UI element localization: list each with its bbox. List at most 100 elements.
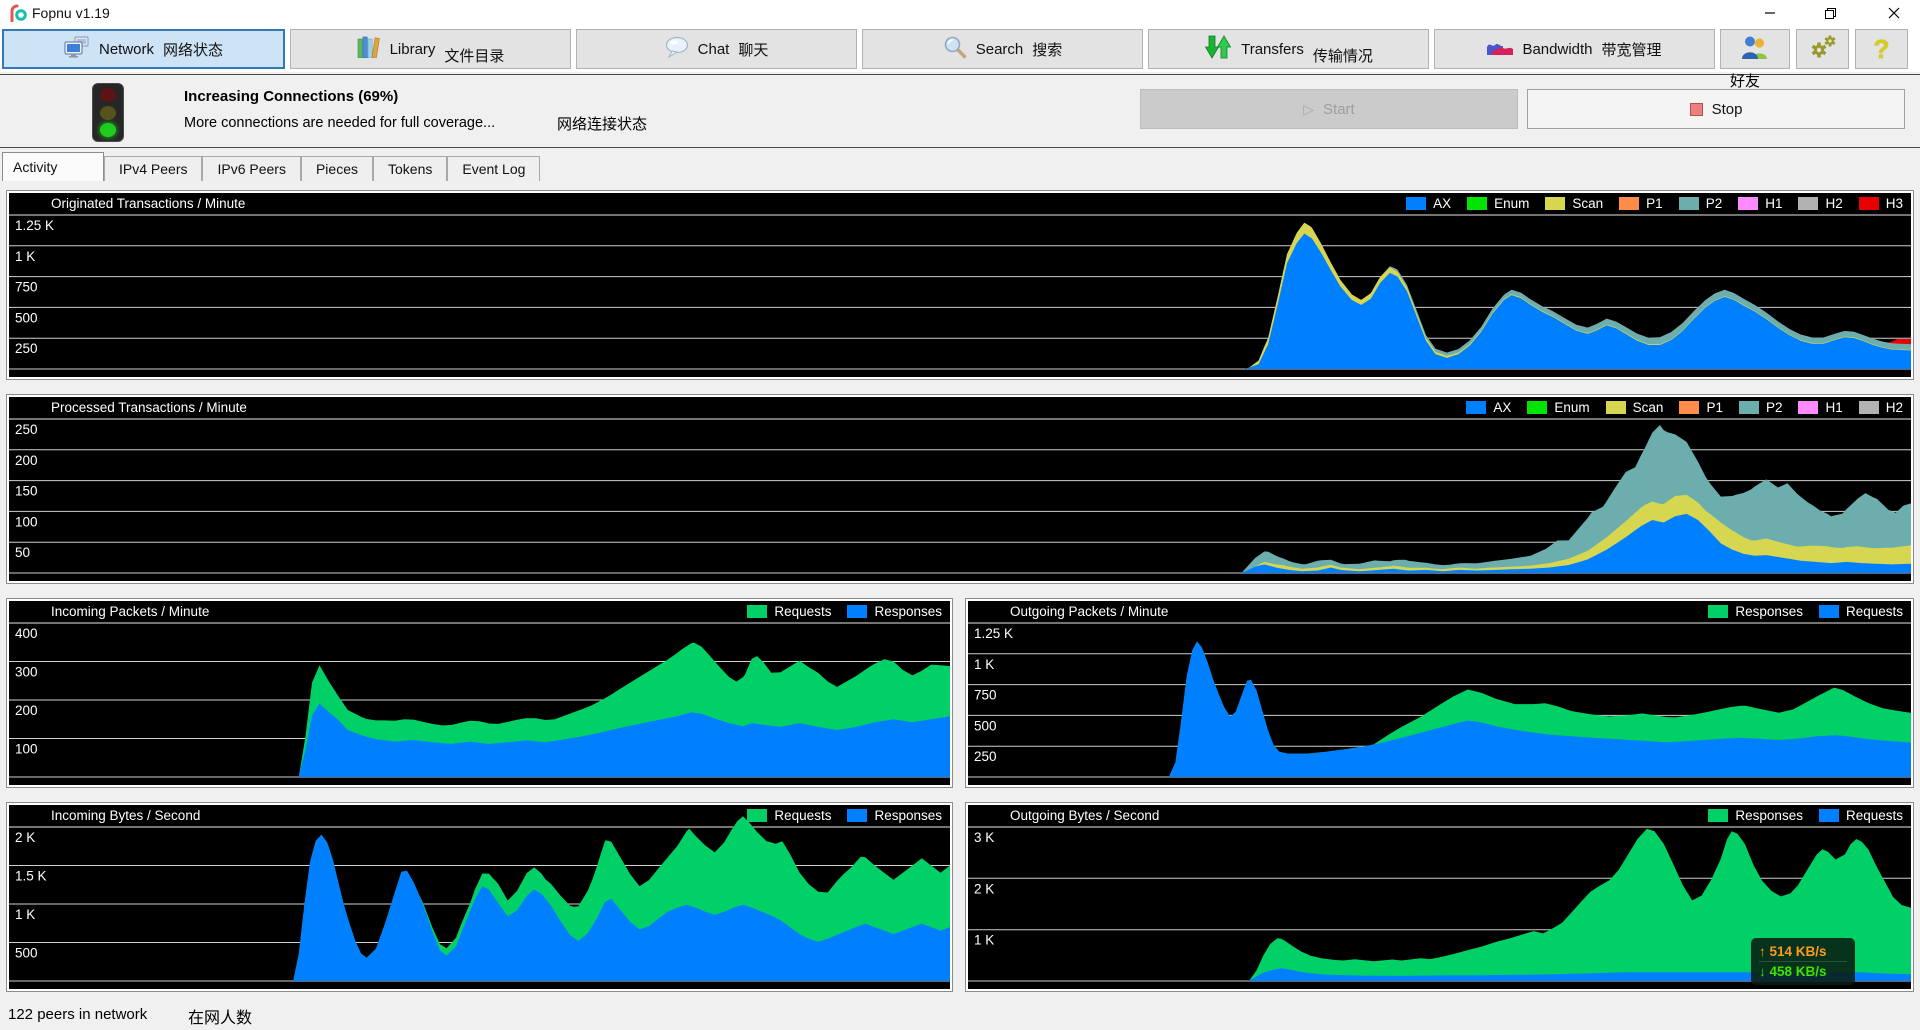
legend-swatch <box>747 605 767 618</box>
connection-status-subline: More connections are needed for full cov… <box>184 115 495 131</box>
toolbar-button-label-zh: 搜索 <box>1032 39 1062 60</box>
incoming-packets-chart[interactable]: 400300200100Incoming Packets / MinuteReq… <box>9 601 950 785</box>
close-button[interactable] <box>1872 0 1916 26</box>
legend-label: P2 <box>1706 196 1723 211</box>
y-axis-tick-label: 3 K <box>974 830 994 845</box>
chart-canvas: 25020015010050 <box>9 397 1911 581</box>
toolbar-network-button[interactable]: Network 网络状态 <box>2 29 285 69</box>
legend-label: AX <box>1493 400 1511 415</box>
legend-swatch <box>1798 401 1818 414</box>
chart-canvas: 1.25 K1 K750500250 <box>968 601 1911 785</box>
stop-button[interactable]: Stop <box>1527 89 1905 129</box>
help-icon: ? <box>1874 34 1890 65</box>
legend-label: H3 <box>1886 196 1903 211</box>
outgoing-packets-chart[interactable]: 1.25 K1 K750500250Outgoing Packets / Min… <box>968 601 1911 785</box>
legend-label: AX <box>1433 196 1451 211</box>
title-bar: Fopnu v1.19 <box>0 0 1920 26</box>
toolbar-button-label-zh: 网络状态 <box>163 39 223 60</box>
legend-swatch <box>1859 401 1879 414</box>
legend-item: Responses <box>1708 808 1803 823</box>
bandwidth-icon <box>1487 38 1513 60</box>
legend-item: Scan <box>1606 400 1664 415</box>
chat-icon <box>665 36 689 62</box>
start-button[interactable]: ▷ Start <box>1140 89 1518 129</box>
toolbar-button-label: Search <box>976 41 1024 58</box>
legend-label: H1 <box>1765 196 1782 211</box>
y-axis-tick-label: 250 <box>15 422 38 437</box>
legend-swatch <box>1819 809 1839 822</box>
processed-transactions-chart[interactable]: 25020015010050Processed Transactions / M… <box>9 397 1911 581</box>
fopnu-logo-icon <box>8 4 28 27</box>
chart-canvas: 400300200100 <box>9 601 950 785</box>
transfer-rate-tooltip: ↑ 514 KB/s ↓ 458 KB/s <box>1751 938 1855 985</box>
friends-icon <box>1740 35 1770 63</box>
legend-item: Responses <box>847 808 942 823</box>
legend-swatch <box>1545 197 1565 210</box>
toolbar-help-button[interactable]: ? <box>1855 29 1908 69</box>
tab-event-log[interactable]: Event Log <box>447 156 540 181</box>
legend-label: Requests <box>1846 808 1903 823</box>
legend-label: Requests <box>774 604 831 619</box>
toolbar-button-label: Bandwidth <box>1522 41 1592 58</box>
chart-legend: AXEnumScanP1P2H1H2H3 <box>1406 196 1903 211</box>
restore-button[interactable] <box>1808 0 1852 26</box>
y-axis-tick-label: 200 <box>15 703 38 718</box>
y-axis-tick-label: 1.5 K <box>15 869 47 884</box>
chart-title: Processed Transactions / Minute <box>51 400 247 415</box>
legend-label: Enum <box>1494 196 1529 211</box>
tab-pieces[interactable]: Pieces <box>301 156 373 181</box>
legend-label: Scan <box>1572 196 1603 211</box>
legend-label: Requests <box>1846 604 1903 619</box>
traffic-light-red <box>100 88 116 102</box>
chart-panel-incoming-packets: 400300200100Incoming Packets / MinuteReq… <box>6 598 953 788</box>
y-axis-tick-label: 1 K <box>15 249 35 264</box>
originated-transactions-chart[interactable]: 1.25 K1 K750500250Originated Transaction… <box>9 193 1911 377</box>
toolbar-settings-button[interactable] <box>1796 29 1849 69</box>
y-axis-tick-label: 500 <box>974 718 997 733</box>
chart-title: Outgoing Bytes / Second <box>1010 808 1159 823</box>
tab-tokens[interactable]: Tokens <box>373 156 447 181</box>
incoming-bytes-chart[interactable]: 2 K1.5 K1 K500Incoming Bytes / SecondReq… <box>9 805 950 989</box>
connection-status-headline: Increasing Connections (69%) <box>184 88 398 105</box>
legend-item: Requests <box>747 604 831 619</box>
legend-item: H3 <box>1859 196 1903 211</box>
legend-label: Responses <box>874 604 942 619</box>
connection-status-subline-zh: 网络连接状态 <box>557 113 647 134</box>
y-axis-tick-label: 500 <box>15 946 38 961</box>
chart-panel-incoming-bytes: 2 K1.5 K1 K500Incoming Bytes / SecondReq… <box>6 802 953 992</box>
outgoing-bytes-chart[interactable]: ↑ 514 KB/s ↓ 458 KB/s 3 K 2 K 1 K Outgoing … <box>968 805 1911 989</box>
traffic-light-green <box>100 123 116 137</box>
legend-label: Requests <box>774 808 831 823</box>
transfers-icon <box>1204 35 1232 63</box>
toolbar-button-label: Network <box>99 41 154 58</box>
y-axis-tick-label: 250 <box>974 749 997 764</box>
legend-swatch <box>1679 197 1699 210</box>
legend-item: Responses <box>1708 604 1803 619</box>
legend-label: Enum <box>1554 400 1589 415</box>
y-axis-tick-label: 100 <box>15 742 38 757</box>
toolbar-bandwidth-button[interactable]: Bandwidth 带宽管理 <box>1434 29 1715 69</box>
toolbar-button-label: Transfers <box>1241 41 1304 58</box>
minimize-button[interactable] <box>1748 0 1792 26</box>
y-axis-tick-label: 2 K <box>974 881 994 896</box>
chart-title: Incoming Bytes / Second <box>51 808 200 823</box>
y-axis-tick-label: 1 K <box>974 933 994 948</box>
toolbar-transfers-button[interactable]: Transfers 传输情况 <box>1148 29 1429 69</box>
tab-activity[interactable]: Activity <box>2 152 104 181</box>
toolbar-library-button[interactable]: Library 文件目录 <box>290 29 571 69</box>
y-axis-tick-label: 2 K <box>15 830 35 845</box>
traffic-light-icon <box>92 83 124 142</box>
search-icon <box>943 35 967 63</box>
tab-ipv4-peers[interactable]: IPv4 Peers <box>104 156 202 181</box>
legend-swatch <box>1619 197 1639 210</box>
tab-ipv6-peers[interactable]: IPv6 Peers <box>202 156 300 181</box>
legend-swatch <box>1798 197 1818 210</box>
toolbar-friends-button[interactable] <box>1720 29 1790 69</box>
chart-panel-outgoing-bytes: ↑ 514 KB/s ↓ 458 KB/s 3 K 2 K 1 K Outgoing … <box>965 802 1914 992</box>
chart-legend: Requests Responses <box>747 604 942 619</box>
peers-count: 122 peers in network <box>8 1006 147 1023</box>
toolbar-chat-button[interactable]: Chat 聊天 <box>576 29 857 69</box>
legend-label: Responses <box>1735 604 1803 619</box>
legend-swatch <box>1606 401 1626 414</box>
toolbar-search-button[interactable]: Search 搜索 <box>862 29 1143 69</box>
